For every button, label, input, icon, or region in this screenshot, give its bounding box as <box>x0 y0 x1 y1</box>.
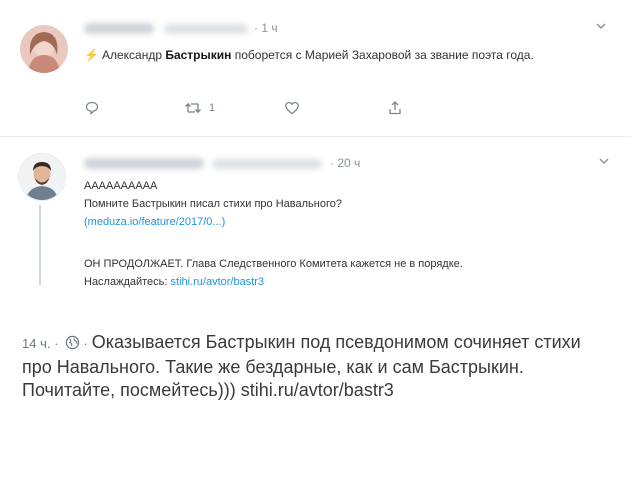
retweet-button[interactable]: 1 <box>184 100 215 116</box>
lightning-icon: ⚡ <box>84 48 99 62</box>
post-time[interactable]: 14 ч. · <box>22 336 58 351</box>
chevron-down-icon[interactable] <box>598 155 610 170</box>
blurred-display-name-2[interactable] <box>84 158 204 169</box>
post-text-block: 14 ч. · · Оказывается Бастрыкин под псевдо… <box>22 331 602 402</box>
tweet-2-time[interactable]: · 20 ч <box>330 156 360 170</box>
tweet-1-bold-name: Бастрыкин <box>165 48 232 62</box>
tweet-2-stihi-link[interactable]: stihi.ru/avtor/bastr3 <box>171 276 265 288</box>
chevron-down-icon[interactable] <box>595 20 607 35</box>
blurred-handle-1[interactable] <box>164 24 248 34</box>
post-dot: · <box>83 336 88 351</box>
tweet-2-line-2: Помните Бастрыкин писал стихи про Наваль… <box>84 198 342 210</box>
retweet-count: 1 <box>209 102 216 114</box>
tweet-1-actions: 1 <box>84 100 414 116</box>
thread-line <box>39 205 41 285</box>
tweet-2-meduza-link[interactable]: (meduza.io/feature/2017/0...) <box>84 215 225 230</box>
retweet-icon <box>184 100 202 116</box>
like-icon[interactable] <box>284 100 300 116</box>
tweet-1-text: ⚡ Александр Бастрыкин поборется с Марией … <box>84 48 534 62</box>
tweet-2-line-1: АААААААААА <box>84 180 158 192</box>
tweet-1-time[interactable]: · 1 ч <box>254 21 278 35</box>
avatar-user-1[interactable] <box>20 25 68 73</box>
post-body: Оказывается Бастрыкин под псевдонимом со… <box>22 332 581 400</box>
globe-icon <box>65 333 80 356</box>
reply-icon[interactable] <box>84 100 100 116</box>
avatar-user-2[interactable] <box>18 153 66 201</box>
tweet-2-line-5: Наслаждайтесь: stihi.ru/avtor/bastr3 <box>84 276 265 288</box>
tweet-divider <box>0 136 631 137</box>
share-icon[interactable] <box>387 100 403 116</box>
blurred-display-name-1[interactable] <box>84 23 154 34</box>
blurred-handle-2[interactable] <box>212 159 322 169</box>
tweet-2-line-4: ОН ПРОДОЛЖАЕТ. Глава Следственного Комит… <box>84 258 463 270</box>
